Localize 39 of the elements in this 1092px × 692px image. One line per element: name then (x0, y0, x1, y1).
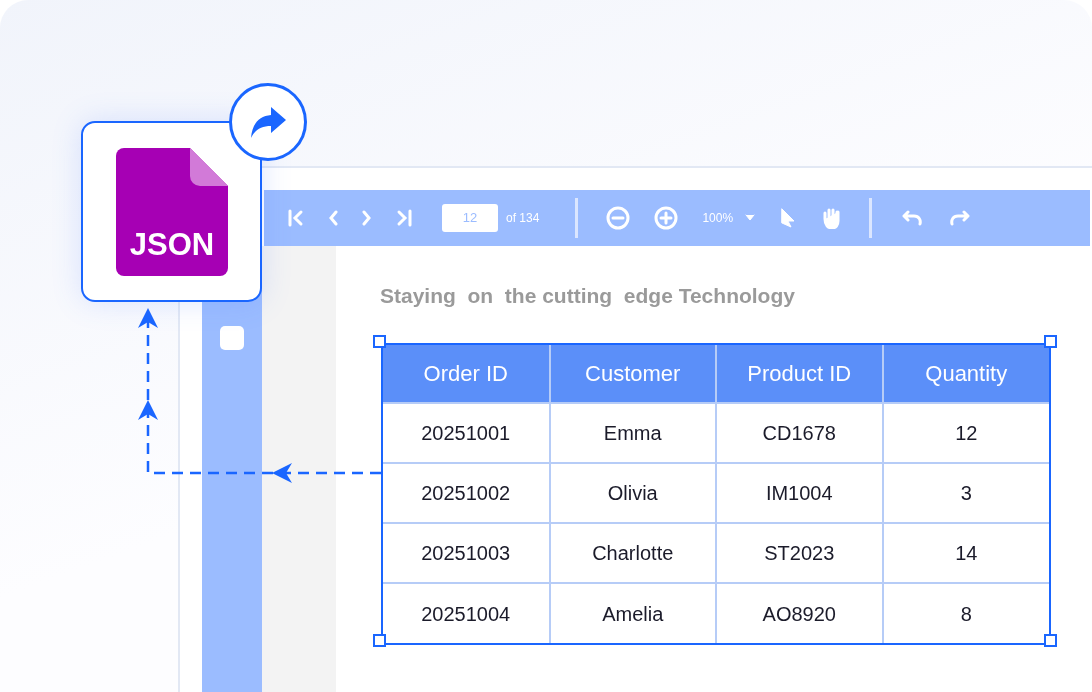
table-cell: 12 (882, 403, 1049, 463)
last-page-icon[interactable] (396, 209, 412, 227)
thumbnail (220, 326, 244, 350)
caret-icon[interactable] (745, 214, 756, 222)
share-icon (249, 105, 287, 139)
document-title: Staying on the cutting edge Technology (380, 283, 795, 309)
resize-handle[interactable] (1044, 335, 1057, 348)
table-cell: 20251002 (383, 463, 550, 523)
table-cell: Olivia (549, 463, 716, 523)
undo-icon[interactable] (900, 210, 925, 226)
table-cell: Charlotte (549, 523, 716, 583)
column-header: Quantity (882, 345, 1049, 403)
resize-handle[interactable] (373, 634, 386, 647)
zoom-in-icon[interactable] (654, 206, 679, 230)
next-page-icon[interactable] (362, 209, 372, 227)
table-cell: AO8920 (716, 583, 883, 643)
column-header: Order ID (383, 345, 550, 403)
table-cell: 14 (882, 523, 1049, 583)
table-cell: 20251003 (383, 523, 550, 583)
table-cell: ST2023 (716, 523, 883, 583)
table-cell: Amelia (549, 583, 716, 643)
table-cell: 20251001 (383, 403, 550, 463)
table-cell: 3 (882, 463, 1049, 523)
first-page-icon[interactable] (288, 209, 304, 227)
zoom-out-icon[interactable] (606, 206, 631, 230)
column-header: Customer (549, 345, 716, 403)
zoom-dropdown[interactable]: 100% (702, 209, 734, 227)
table-cell: Emma (549, 403, 716, 463)
file-type-label: JSON (128, 226, 216, 264)
page-count: of 134 (506, 210, 540, 227)
previous-page-icon[interactable] (328, 209, 338, 227)
resize-handle[interactable] (373, 335, 386, 348)
table-cell: IM1004 (716, 463, 883, 523)
table-cell: CD1678 (716, 403, 883, 463)
column-header: Product ID (716, 345, 883, 403)
file-icon (116, 148, 228, 276)
resize-handle[interactable] (1044, 634, 1057, 647)
page-number-field[interactable]: 12 (442, 204, 498, 232)
hand-icon[interactable] (821, 207, 842, 229)
